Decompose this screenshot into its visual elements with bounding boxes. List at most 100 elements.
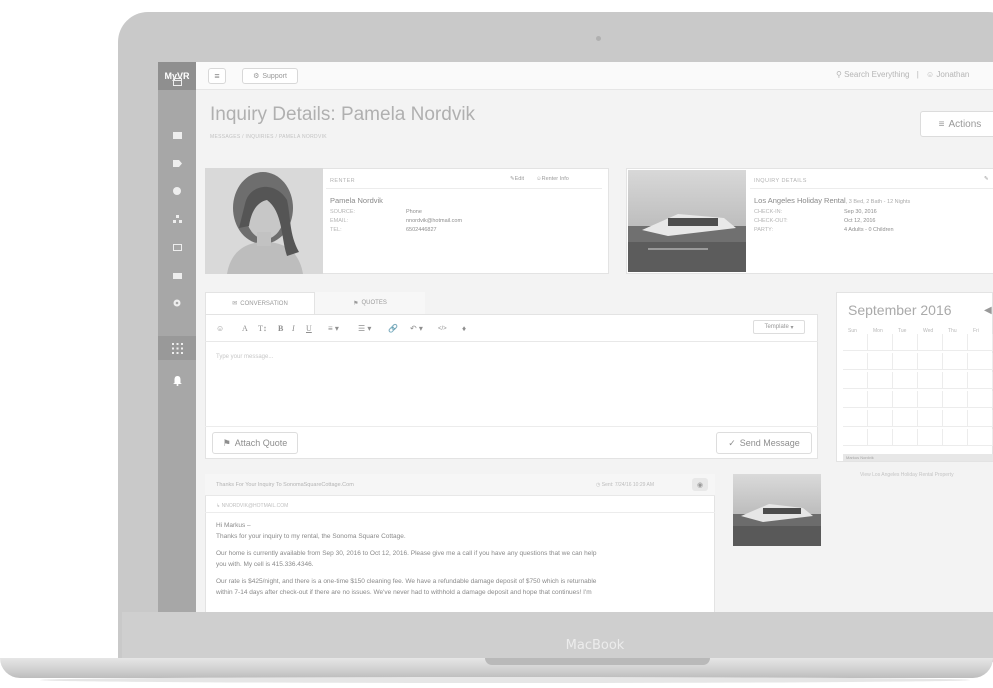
calendar-title: September 2016 [848,302,952,318]
calendar-day-cell[interactable] [893,429,918,446]
message-textarea[interactable]: Type your message... [216,354,273,360]
calendar-day-cell[interactable] [868,353,893,370]
renter-email-key: EMAIL: [330,218,349,224]
calendar-day-cell[interactable] [843,372,868,389]
view-message-button[interactable]: ◉ [692,478,708,491]
calendar-day-cell[interactable] [843,353,868,370]
calendar-day-cell[interactable] [943,429,968,446]
list-dropdown[interactable]: ☰ ▾ [358,324,371,333]
breadcrumb: MESSAGES / INQUIRIES / PAMELA NORDVIK [210,134,327,140]
calendar-day-cell[interactable] [918,334,943,351]
inquiry-property[interactable]: Los Angeles Holiday Rental, 3 Bed, 2 Bat… [754,196,910,205]
renter-source-key: SOURCE: [330,209,356,215]
menu-toggle-button[interactable]: ≡ [208,68,226,84]
image-icon[interactable] [169,240,185,254]
comments-icon: ✉ [232,301,238,307]
calendar-day-cell[interactable] [868,334,893,351]
bold-button[interactable]: B [278,324,283,333]
calendar-prev-icon[interactable]: ◀ [984,305,992,316]
gear-small-icon: ⚙ [253,73,260,80]
calendar-day-cell[interactable] [843,410,868,427]
property-photo [628,170,746,272]
calendar-day-cell[interactable] [843,429,868,446]
calendar-day-cell[interactable] [918,353,943,370]
envelope-icon[interactable] [169,128,185,142]
underline-button[interactable]: U [306,324,312,333]
renter-tel-key: TEL: [330,227,342,233]
link-button[interactable]: 🔗 [388,324,398,333]
calendar-day-cell[interactable] [893,353,918,370]
app-screen: MyVR ≡ ⚙ Support ⚲ Search Everything | ☺… [158,62,993,612]
calendar-day-cell[interactable] [943,353,968,370]
gear-icon[interactable] [169,296,185,310]
property-thumbnail[interactable] [733,474,821,546]
briefcase-icon[interactable] [169,268,185,282]
calendar-day-cell[interactable] [868,429,893,446]
apps-grid-icon[interactable] [158,336,196,360]
bell-icon[interactable] [169,374,185,388]
calendar-day-cell[interactable] [893,410,918,427]
calendar-day-cell[interactable] [968,410,993,427]
support-button[interactable]: ⚙ Support [242,68,298,84]
calendar-day-cell[interactable] [843,334,868,351]
calendar-day-cell[interactable] [943,410,968,427]
sitemap-icon[interactable] [169,212,185,226]
checkin-value: Sep 30, 2016 [844,209,877,215]
calendar-day-cell[interactable] [868,372,893,389]
italic-button[interactable]: I [292,324,295,333]
clear-format-button[interactable]: ♦ [462,324,466,333]
calendar-day-cell[interactable] [918,410,943,427]
breadcrumb-messages[interactable]: MESSAGES [210,134,240,140]
renter-source-value: Phone [406,209,422,215]
font-button[interactable]: A [242,324,248,333]
message-subject[interactable]: Thanks For Your Inquiry To SonomaSquareC… [216,482,354,488]
calendar-day-cell[interactable] [918,429,943,446]
top-bar: ≡ ⚙ Support ⚲ Search Everything | ☺ Jona… [196,62,993,90]
user-name[interactable]: Jonathan [936,70,969,79]
renter-edit-button[interactable]: ✎Edit [510,176,524,182]
top-search[interactable]: ⚲ Search Everything | ☺ Jonathan [836,70,969,79]
view-property-link[interactable]: View Los Angeles Holiday Rental Property [860,472,954,478]
calendar-day-cell[interactable] [943,372,968,389]
calendar-day-cell[interactable] [968,391,993,408]
renter-name: Pamela Nordvik [330,196,383,205]
inquiry-edit-icon[interactable]: ✎ [984,176,989,182]
align-dropdown[interactable]: ≡ ▾ [328,324,339,333]
calendar-booking-bar[interactable]: Markus Nordvik [843,454,993,461]
calendar-day-cell[interactable] [843,391,868,408]
text-height-button[interactable]: T↕ [258,324,267,333]
toolbar-divider [205,341,818,342]
renter-tel-value: 6502446827 [406,227,437,233]
calendar-icon[interactable] [169,74,185,88]
tag-icon[interactable] [169,156,185,170]
calendar-day-cell[interactable] [893,334,918,351]
template-dropdown[interactable]: Template ▾ [753,320,805,334]
attach-quote-button[interactable]: ⚑ Attach Quote [212,432,298,454]
calendar-day-cell[interactable] [893,391,918,408]
renter-email-value[interactable]: nnordvik@hotmail.com [406,218,462,224]
calendar-day-cell[interactable] [968,353,993,370]
calendar-day-cell[interactable] [918,372,943,389]
calendar-day-cell[interactable] [968,334,993,351]
calendar-day-cell[interactable] [968,372,993,389]
calendar-day-cell[interactable] [918,391,943,408]
breadcrumb-inquiries[interactable]: INQUIRIES [246,134,274,140]
tab-conversation[interactable]: ✉ CONVERSATION [205,292,315,314]
calendar-day-cell[interactable] [893,372,918,389]
renter-section-label: RENTER [330,178,356,184]
calendar-day-cell[interactable] [868,391,893,408]
code-button[interactable]: </> [438,326,447,332]
calendar-day-cell[interactable] [968,429,993,446]
undo-dropdown[interactable]: ↶ ▾ [410,324,423,333]
calendar-day-cell[interactable] [943,391,968,408]
calendar-day-cell[interactable] [868,410,893,427]
tab-quotes[interactable]: ⚑ QUOTES [315,292,425,314]
actions-button[interactable]: ≡ Actions [920,111,993,137]
renter-info-button[interactable]: ☺Renter Info [536,176,569,182]
calendar-day-cell[interactable] [943,334,968,351]
search-icon: ⚲ [836,70,842,79]
send-message-button[interactable]: ✓ Send Message [716,432,812,454]
pie-chart-icon[interactable] [169,184,185,198]
emoji-button[interactable]: ☺ [216,324,224,333]
search-label: Search Everything [844,70,910,79]
